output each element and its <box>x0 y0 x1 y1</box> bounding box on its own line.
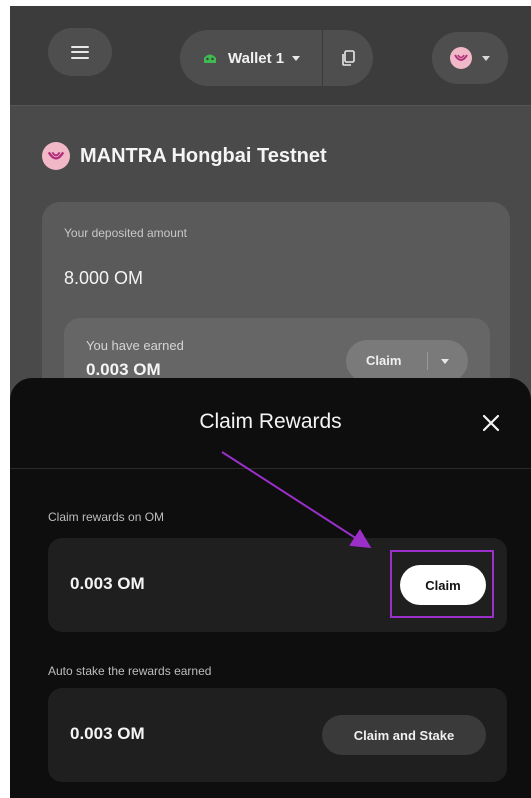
wallet-select-button[interactable]: Wallet 1 <box>180 30 323 86</box>
close-icon <box>482 414 500 432</box>
close-button[interactable] <box>476 408 506 438</box>
earned-label: You have earned <box>86 338 184 353</box>
wallet-icon <box>204 54 216 63</box>
chevron-down-icon <box>482 55 490 61</box>
wallet-switcher: Wallet 1 <box>180 30 373 86</box>
claim-button-label: Claim <box>346 352 428 370</box>
claim-section-label: Claim rewards on OM <box>48 510 165 524</box>
mantra-logo-icon <box>450 47 472 69</box>
stake-amount: 0.003 OM <box>70 724 145 743</box>
top-bar: Wallet 1 <box>10 6 531 106</box>
network-switcher-button[interactable] <box>432 32 508 84</box>
network-header: MANTRA Hongbai Testnet <box>42 142 327 170</box>
stake-section-label: Auto stake the rewards earned <box>48 664 212 678</box>
claim-rewards-modal: Claim Rewards Claim rewards on OM 0.003 … <box>10 378 531 798</box>
network-name: MANTRA Hongbai Testnet <box>80 144 327 167</box>
claim-button[interactable]: Claim <box>400 565 486 605</box>
claim-amount: 0.003 OM <box>70 574 145 593</box>
stake-row: 0.003 OM Claim and Stake <box>48 688 507 782</box>
claim-dropdown-button[interactable]: Claim <box>346 340 468 382</box>
chevron-down-icon <box>441 358 449 364</box>
earned-value: 0.003 OM <box>86 360 161 379</box>
claim-row: 0.003 OM Claim <box>48 538 507 632</box>
app-screen: Wallet 1 MANTRA Hongbai Testnet Your dep… <box>10 6 531 798</box>
deposit-value: 8.000 OM <box>64 268 144 288</box>
wallet-name: Wallet 1 <box>228 49 285 67</box>
modal-title: Claim Rewards <box>199 410 342 433</box>
hamburger-icon <box>71 45 89 59</box>
copy-icon <box>342 50 355 66</box>
chevron-down-icon <box>292 55 301 61</box>
copy-address-button[interactable] <box>323 30 373 86</box>
menu-button[interactable] <box>48 28 112 76</box>
claim-and-stake-button[interactable]: Claim and Stake <box>322 715 486 755</box>
mantra-logo-icon <box>42 142 70 170</box>
deposit-label: Your deposited amount <box>64 226 187 240</box>
modal-divider <box>10 468 531 469</box>
